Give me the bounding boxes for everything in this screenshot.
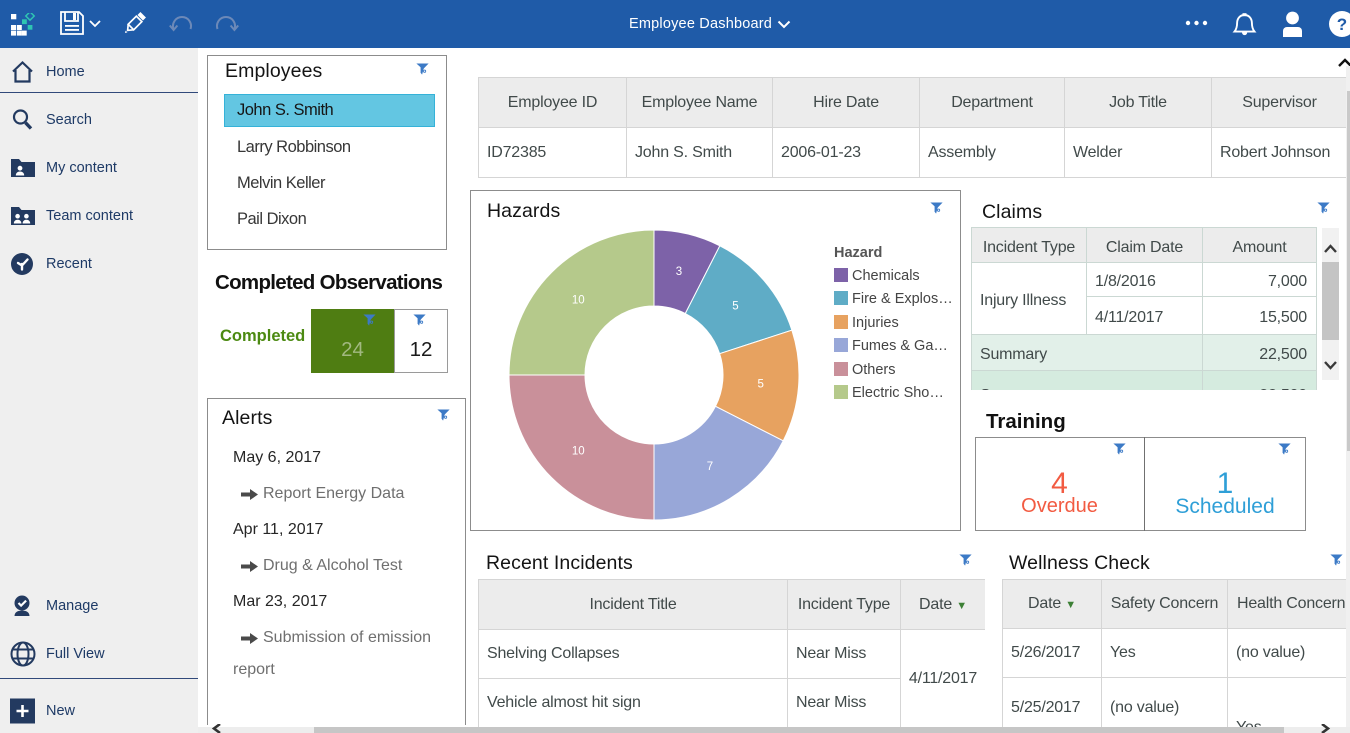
svg-text:?: ? (1337, 15, 1347, 34)
svg-text:5: 5 (757, 378, 763, 390)
svg-text:10: 10 (572, 294, 585, 306)
svg-text:5: 5 (732, 301, 738, 313)
svg-text:3: 3 (676, 266, 682, 278)
svg-text:7: 7 (707, 461, 713, 473)
svg-text:10: 10 (572, 446, 585, 458)
